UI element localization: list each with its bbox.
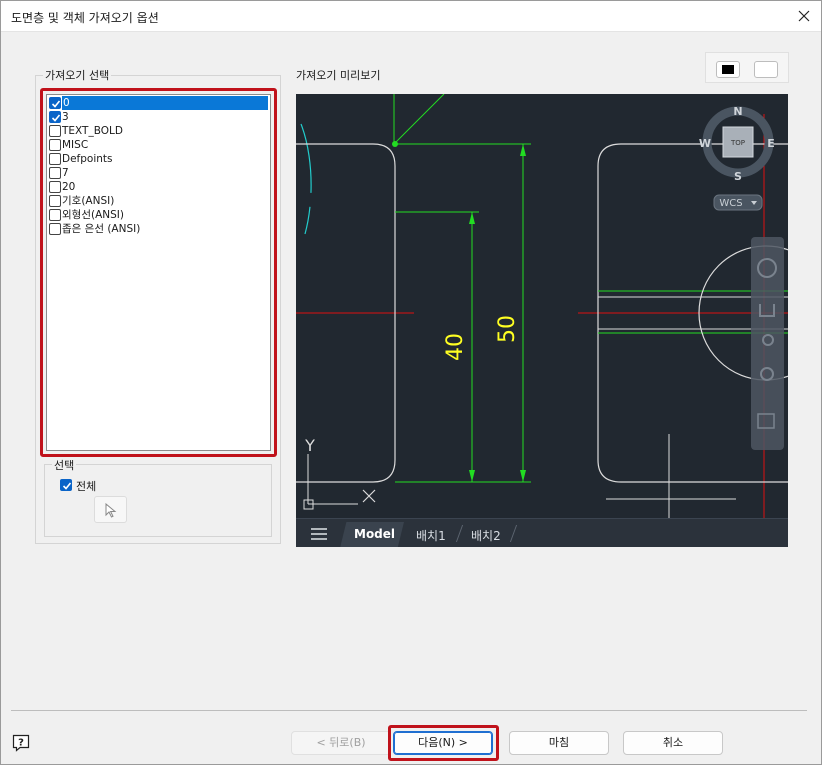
footer-separator — [11, 710, 807, 711]
layer-checkbox[interactable] — [49, 125, 61, 137]
layout-tab-bar: Model 배치1 배치2 — [296, 518, 788, 547]
ucs-y-label: Y — [304, 436, 315, 455]
viewcube-south: S — [734, 170, 742, 183]
tab-layout2[interactable]: 배치2 — [471, 527, 501, 544]
tab-model-label: Model — [354, 527, 396, 541]
help-button[interactable]: ? — [12, 734, 30, 752]
layer-list[interactable]: 0 3 TEXT_BOLD MISC Defpoints 7 20 기호(ANSI) 외형선(A… — [46, 94, 271, 451]
viewcube-north: N — [733, 105, 742, 118]
layer-name: 3 — [62, 111, 69, 123]
black-background-button[interactable] — [716, 61, 740, 78]
svg-text:?: ? — [18, 738, 24, 749]
tab-model[interactable]: Model — [340, 522, 404, 547]
layer-checkbox[interactable] — [49, 195, 61, 207]
selection-group — [44, 464, 272, 537]
import-options-dialog: 도면층 및 객체 가져오기 옵션 가져오기 선택 0 3 TEXT_BOLD MISC… — [0, 0, 822, 765]
selection-legend: 선택 — [52, 457, 77, 473]
layer-row[interactable]: TEXT_BOLD — [48, 124, 269, 138]
layer-checkbox[interactable] — [49, 167, 61, 179]
white-background-button[interactable] — [754, 61, 778, 78]
check-icon — [51, 114, 61, 122]
dialog-title: 도면층 및 객체 가져오기 옵션 — [11, 11, 159, 25]
cyan-arc — [300, 123, 312, 235]
layer-checkbox[interactable] — [49, 97, 61, 109]
tab-separator — [455, 525, 464, 542]
layer-checkbox[interactable] — [49, 111, 61, 123]
title-bar: 도면층 및 객체 가져오기 옵션 — [1, 1, 821, 32]
arrow-50-bottom — [520, 470, 526, 482]
navigation-bar — [751, 237, 784, 450]
viewcube-west: W — [699, 137, 711, 150]
viewcube-face-label: TOP — [730, 139, 745, 147]
layer-name: MISC — [62, 139, 89, 151]
layer-name: 0 — [61, 95, 269, 111]
tab-layout1[interactable]: 배치1 — [416, 527, 446, 544]
ucs-x-label — [362, 489, 376, 503]
layer-name: 20 — [62, 181, 76, 193]
select-all-label: 전체 — [76, 480, 97, 493]
cancel-button[interactable]: 취소 — [623, 731, 723, 755]
next-button[interactable]: 다음(N) > — [393, 731, 493, 755]
tab-separator — [509, 525, 518, 542]
cursor-arrow-icon — [105, 503, 117, 518]
background-selector — [705, 52, 789, 83]
pick-objects-button[interactable] — [94, 496, 127, 523]
arrow-40-top — [469, 212, 475, 224]
layer-checkbox[interactable] — [49, 139, 61, 151]
dimension-text-40: 40 — [443, 333, 468, 361]
help-icon: ? — [12, 734, 30, 752]
arrow-50-top — [520, 144, 526, 156]
layer-name: 7 — [62, 167, 69, 179]
finish-button[interactable]: 마침 — [509, 731, 609, 755]
layer-name: TEXT_BOLD — [62, 125, 123, 137]
import-preview-viewport[interactable]: 50 40 Y TOP N S E W WCS Model 배치1 배치2 — [296, 94, 788, 547]
layer-name: 기호(ANSI) — [62, 195, 115, 207]
arrow-40-bottom — [469, 470, 475, 482]
layer-name: 좁은 은선 (ANSI) — [62, 223, 141, 235]
layer-checkbox[interactable] — [49, 209, 61, 221]
layer-row[interactable]: 외형선(ANSI) — [48, 208, 269, 222]
close-button[interactable] — [789, 2, 819, 30]
preview-label: 가져오기 미리보기 — [296, 69, 381, 82]
layer-row[interactable]: 0 — [48, 95, 269, 111]
check-icon — [62, 482, 72, 490]
layer-row[interactable]: 20 — [48, 180, 269, 194]
menu-icon[interactable] — [311, 528, 327, 540]
layer-row[interactable]: MISC — [48, 138, 269, 152]
layer-name: Defpoints — [62, 153, 113, 165]
layer-row[interactable]: 7 — [48, 166, 269, 180]
checkbox[interactable] — [60, 479, 72, 491]
layer-row[interactable]: 좁은 은선 (ANSI) — [48, 222, 269, 236]
layer-row[interactable]: 3 — [48, 110, 269, 124]
leader-line-diagonal — [393, 94, 445, 145]
viewcube-east: E — [767, 137, 775, 150]
layer-checkbox[interactable] — [49, 153, 61, 165]
back-button[interactable]: < 뒤로(B) — [291, 731, 391, 755]
wcs-label: WCS — [719, 198, 742, 209]
check-icon — [51, 100, 61, 108]
layer-row[interactable]: Defpoints — [48, 152, 269, 166]
layer-name: 외형선(ANSI) — [62, 209, 124, 221]
close-icon — [798, 10, 810, 22]
import-selection-legend: 가져오기 선택 — [43, 67, 112, 83]
dimension-text-50: 50 — [495, 315, 520, 343]
layer-row[interactable]: 기호(ANSI) — [48, 194, 269, 208]
layer-checkbox[interactable] — [49, 181, 61, 193]
drawing-preview: 50 40 Y TOP N S E W WCS — [296, 94, 788, 518]
layer-checkbox[interactable] — [49, 223, 61, 235]
